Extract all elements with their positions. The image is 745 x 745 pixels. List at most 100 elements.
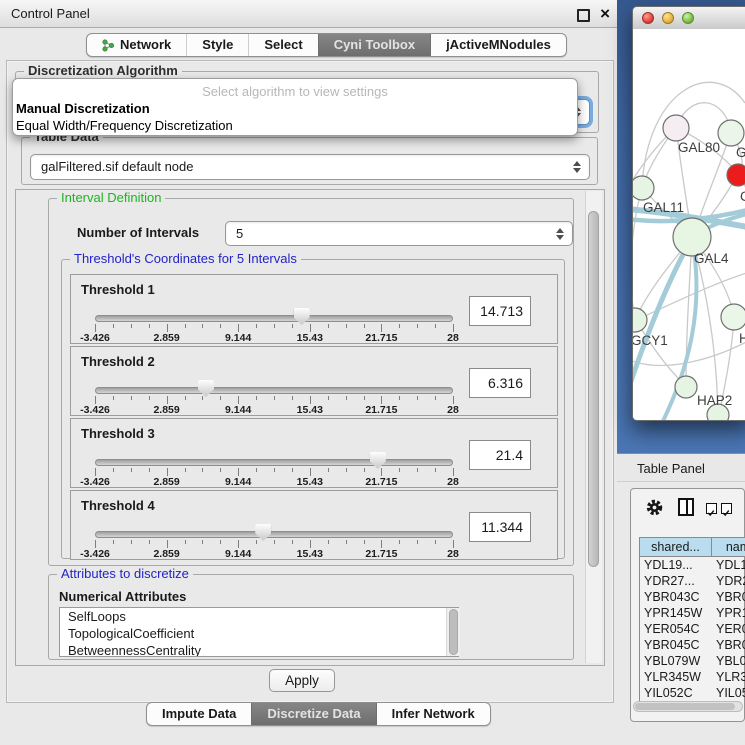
table-row[interactable]: YDL19...YDL19 xyxy=(640,557,745,573)
attributes-list-scrollbar[interactable] xyxy=(446,608,460,656)
network-window-titlebar xyxy=(633,7,745,30)
tab-label: Infer Network xyxy=(392,703,475,725)
network-node-GAL80[interactable] xyxy=(663,115,689,141)
network-node-GCY1[interactable] xyxy=(633,308,647,332)
discretization-algorithm-title: Discretization Algorithm xyxy=(24,64,182,78)
table-cell: YIL052C xyxy=(712,685,745,701)
algorithm-option[interactable]: Equal Width/Frequency Discretization xyxy=(13,117,577,134)
numerical-attributes-label: Numerical Attributes xyxy=(59,589,186,604)
settings-vertical-scrollbar[interactable] xyxy=(585,191,602,663)
close-traffic-light-icon[interactable] xyxy=(642,12,654,24)
network-node-HAP2[interactable] xyxy=(675,376,697,398)
table-row[interactable]: YBR043CYBR043C xyxy=(640,589,745,605)
network-canvas[interactable]: GAL80GACGAL11GAL4GCY1HHAP2 xyxy=(633,29,745,421)
attributes-group: Attributes to discretize Numerical Attri… xyxy=(48,574,574,660)
slider-track[interactable] xyxy=(95,387,453,394)
threshold-value-field[interactable]: 6.316 xyxy=(469,368,531,398)
cyni-toolbox-panel: Discretization Algorithm Table Data galF… xyxy=(6,60,614,703)
apply-button[interactable]: Apply xyxy=(269,669,335,692)
table-row[interactable]: YPR145WYPR145W xyxy=(640,605,745,621)
control-panel-titlebar: Control Panel × xyxy=(0,0,617,28)
table-cell: YLR345W xyxy=(640,669,712,685)
network-icon xyxy=(102,39,115,52)
table-cell: YPR145W xyxy=(712,605,745,621)
slider-track[interactable] xyxy=(95,315,453,322)
column-layout-icon[interactable] xyxy=(678,498,694,516)
table-cell: YLR345W xyxy=(712,669,745,685)
zoom-traffic-light-icon[interactable] xyxy=(682,12,694,24)
interval-definition-group: Interval Definition Number of Intervals … xyxy=(48,198,574,566)
table-row[interactable]: YER054CYER054C xyxy=(640,621,745,637)
network-node-label: HAP2 xyxy=(697,393,732,408)
attribute-list-item[interactable]: SelfLoops xyxy=(60,608,458,625)
table-cell: YBR043C xyxy=(640,589,712,605)
table-row[interactable]: YDR27...YDR27 xyxy=(640,573,745,589)
slider-track[interactable] xyxy=(95,531,453,538)
table-row[interactable]: YBL079WYBL079W xyxy=(640,653,745,669)
node-table: shared...nameYDL19...YDL19YDR27...YDR27Y… xyxy=(639,537,745,701)
tab-label: Style xyxy=(202,34,233,56)
threshold-panel: Threshold 1-3.4262.8599.14415.4321.71528… xyxy=(70,274,558,344)
slider-track[interactable] xyxy=(95,459,453,466)
slider-thumb[interactable] xyxy=(370,452,386,469)
tab-jactivemnodules[interactable]: jActiveMNodules xyxy=(430,34,566,56)
number-of-intervals-label: Number of Intervals xyxy=(77,225,199,240)
threshold-panel: Threshold 4-3.4262.8599.14415.4321.71528… xyxy=(70,490,558,560)
attribute-list-item[interactable]: TopologicalCoefficient xyxy=(60,625,458,642)
network-window: GAL80GACGAL11GAL4GCY1HHAP2 xyxy=(632,6,745,421)
table-panel-title: Table Panel xyxy=(637,461,705,476)
table-data-group: Table Data galFiltered.sif default node xyxy=(21,137,598,185)
table-data-value: galFiltered.sif default node xyxy=(41,159,193,174)
table-row[interactable]: YLR345WYLR345W xyxy=(640,669,745,685)
table-header-cell[interactable]: name xyxy=(712,537,745,557)
table-cell: YIL052C xyxy=(640,685,712,701)
minimize-traffic-light-icon[interactable] xyxy=(662,12,674,24)
tab-style[interactable]: Style xyxy=(186,34,248,56)
network-node-node-right[interactable] xyxy=(721,304,745,330)
table-cell: YBR045C xyxy=(640,637,712,653)
slider-thumb[interactable] xyxy=(198,380,214,397)
network-graph: GAL80GACGAL11GAL4GCY1HHAP2 xyxy=(633,29,745,421)
threshold-value-field[interactable]: 14.713 xyxy=(469,296,531,326)
network-node-GAL11[interactable] xyxy=(633,176,654,200)
close-icon[interactable]: × xyxy=(600,0,610,27)
network-node-node-top-right[interactable] xyxy=(718,120,744,146)
algorithm-dropdown-popup: Select algorithm to view settings Manual… xyxy=(12,78,578,136)
algorithm-option[interactable]: Manual Discretization xyxy=(13,100,577,117)
tab-discretize-data[interactable]: Discretize Data xyxy=(251,703,375,725)
number-of-intervals-select[interactable]: 5 xyxy=(225,221,573,246)
slider-tick-labels: -3.4262.8599.14415.4321.71528 xyxy=(95,404,453,415)
network-node-label: C xyxy=(740,189,745,204)
float-window-icon[interactable] xyxy=(577,9,590,22)
table-horizontal-scrollbar[interactable] xyxy=(633,701,743,712)
tab-infer-network[interactable]: Infer Network xyxy=(376,703,490,725)
tab-cyni-toolbox[interactable]: Cyni Toolbox xyxy=(318,34,430,56)
network-node-label: H xyxy=(739,331,745,346)
network-edge[interactable] xyxy=(633,187,642,318)
checkbox-icon[interactable] xyxy=(721,503,732,514)
table-row[interactable]: YBR045CYBR045C xyxy=(640,637,745,653)
attribute-list-item[interactable]: BetweennessCentrality xyxy=(60,642,458,657)
numerical-attributes-list[interactable]: SelfLoopsTopologicalCoefficientBetweenne… xyxy=(59,607,459,657)
threshold-value-field[interactable]: 21.4 xyxy=(469,440,531,470)
top-tab-bar: Network Style SelectCyni ToolboxjActiveMNo… xyxy=(86,33,567,57)
screen: Control Panel × Network Style SelectCyni T… xyxy=(0,0,745,745)
tab-impute-data[interactable]: Impute Data xyxy=(147,703,251,725)
table-cell: YER054C xyxy=(640,621,712,637)
table-header-cell[interactable]: shared... xyxy=(640,537,712,557)
table-row[interactable]: YIL052CYIL052C xyxy=(640,685,745,701)
network-node-node-red[interactable] xyxy=(727,164,745,186)
slider-thumb[interactable] xyxy=(255,524,271,541)
slider-ticks xyxy=(95,396,453,404)
threshold-value-field[interactable]: 11.344 xyxy=(469,512,531,542)
table-data-select[interactable]: galFiltered.sif default node xyxy=(30,154,590,180)
desktop-area: GAL80GACGAL11GAL4GCY1HHAP2 Table Panel s… xyxy=(617,0,745,745)
gear-icon[interactable] xyxy=(645,498,664,517)
tab-label: Impute Data xyxy=(162,703,236,725)
tab-network[interactable]: Network xyxy=(87,34,186,56)
interval-definition-title: Interval Definition xyxy=(57,191,165,205)
tab-select[interactable]: Select xyxy=(248,34,317,56)
threshold-label: Threshold 2 xyxy=(81,354,155,369)
slider-thumb[interactable] xyxy=(294,308,310,325)
checkbox-icon[interactable] xyxy=(706,503,717,514)
